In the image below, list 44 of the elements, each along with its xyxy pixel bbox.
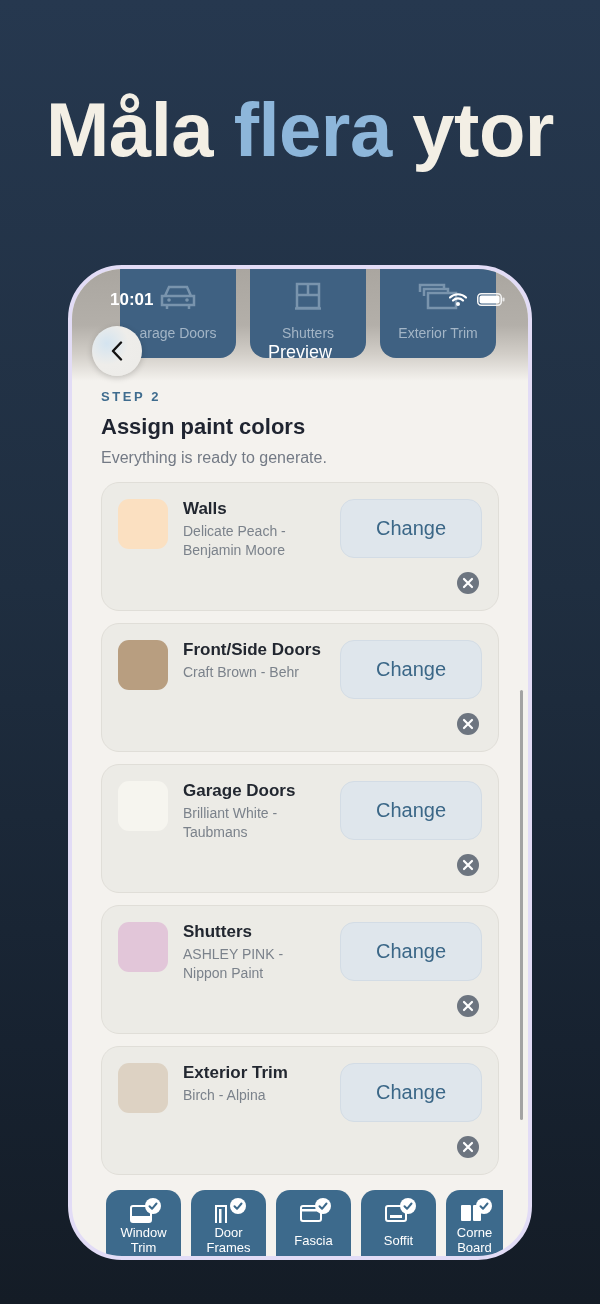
close-icon[interactable] — [457, 995, 479, 1017]
surface-tile[interactable]: Fascia — [276, 1190, 351, 1256]
window-frame-icon — [129, 1205, 152, 1223]
surface-name: Front/Side Doors — [183, 639, 321, 661]
close-icon[interactable] — [457, 713, 479, 735]
tile-label: Exterior Trim — [398, 325, 478, 341]
stacked-frames-icon — [418, 282, 458, 310]
change-button[interactable]: Change — [340, 499, 482, 558]
change-button[interactable]: Change — [340, 781, 482, 840]
paint-name: Craft Brown - Behr — [183, 663, 299, 682]
chevron-left-icon — [111, 341, 123, 361]
step-subtitle: Everything is ready to generate. — [101, 448, 328, 468]
paint-name: Birch - Alpina — [183, 1086, 266, 1105]
step-label: STEP 2 — [101, 389, 163, 405]
surface-tile[interactable]: Corne Board — [446, 1190, 503, 1256]
paint-name: Brilliant White - Taubmans — [183, 804, 279, 842]
change-button[interactable]: Change — [340, 1063, 482, 1122]
tile-label: Shutters — [281, 325, 335, 341]
door-frame-icon — [214, 1205, 227, 1223]
close-icon[interactable] — [457, 854, 479, 876]
screen-title: Preview — [268, 341, 332, 363]
panel-icon — [384, 1205, 407, 1222]
paint-name: ASHLEY PINK - Nippon Paint — [183, 945, 285, 983]
panel-icon — [299, 1205, 322, 1222]
close-icon[interactable] — [457, 1136, 479, 1158]
surface-name: Exterior Trim — [183, 1062, 288, 1084]
step-title: Assign paint colors — [101, 413, 307, 441]
window-icon — [294, 282, 322, 310]
tile-label: arage Doors — [139, 325, 217, 341]
surface-name: Walls — [183, 498, 227, 520]
change-button[interactable]: Change — [340, 922, 482, 981]
change-button[interactable]: Change — [340, 640, 482, 699]
battery-icon — [477, 293, 505, 306]
surface-tile[interactable]: Soffit — [361, 1190, 436, 1256]
close-icon[interactable] — [457, 572, 479, 594]
wifi-icon — [449, 293, 467, 306]
surface-tile[interactable]: Window Trim — [106, 1190, 181, 1256]
back-button[interactable] — [92, 326, 142, 376]
car-icon — [159, 284, 197, 310]
surface-name: Garage Doors — [183, 780, 296, 802]
paint-name: Delicate Peach - Benjamin Moore — [183, 522, 287, 560]
blocks-icon — [460, 1205, 481, 1221]
surface-tile[interactable]: Door Frames — [191, 1190, 266, 1256]
surface-name: Shutters — [183, 921, 252, 943]
